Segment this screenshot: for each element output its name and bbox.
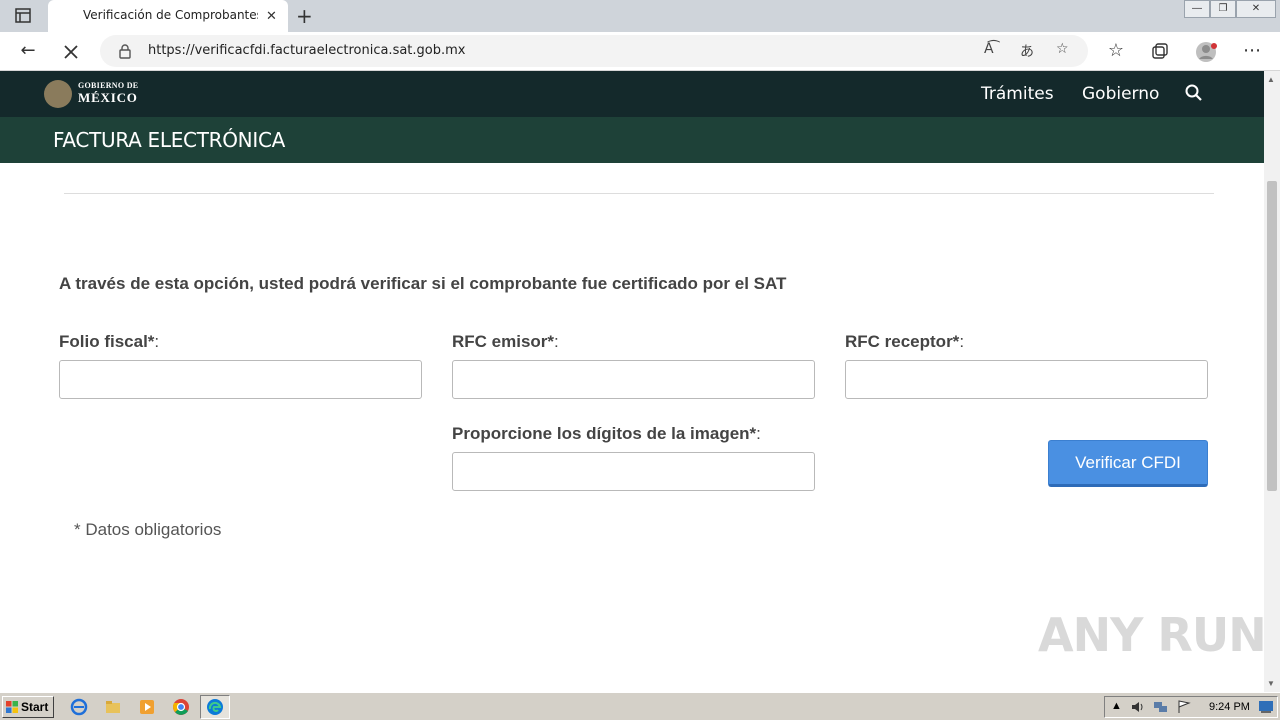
stop-loading-icon[interactable] [62,43,80,61]
browser-titlebar: Verificación de Comprobantes Fi ✕ + — ❐ … [0,0,1280,32]
tab-title: Verificación de Comprobantes Fi [83,8,258,22]
file-explorer-icon[interactable] [104,698,122,716]
browser-toolbar: ← https://verificacfdi.facturaelectronic… [0,32,1280,71]
internet-explorer-icon[interactable] [70,698,88,716]
windows-taskbar: Start ▲ 9:24 PM [0,692,1280,720]
label-colon: : [959,332,965,351]
network-icon[interactable] [1153,700,1169,714]
restore-button[interactable]: ❐ [1210,0,1236,18]
edge-icon [207,699,223,715]
section-title[interactable]: FACTURA ELECTRÓNICA [53,128,285,152]
folio-label-text: Folio fiscal* [59,332,155,351]
translate-icon[interactable]: あ [1020,41,1034,61]
more-options-icon[interactable]: ⋯ [1241,40,1263,61]
rfc-receptor-input[interactable] [845,360,1208,399]
gov-logo-line1[interactable]: GOBIERNO DE [78,81,138,90]
profile-avatar[interactable] [1195,40,1219,64]
scroll-up-icon[interactable]: ▲ [1267,75,1275,84]
media-player-icon[interactable] [138,698,156,716]
verificar-cfdi-button[interactable]: Verificar CFDI [1048,440,1208,487]
new-tab-button[interactable]: + [296,4,313,28]
rfc-emisor-label-text: RFC emisor* [452,332,555,351]
nav-gobierno[interactable]: Gobierno [1082,84,1159,104]
captcha-label: Proporcione los dígitos de la imagen*: [452,424,761,444]
required-fields-note: * Datos obligatorios [74,520,222,539]
gov-logo-line2[interactable]: MÉXICO [78,90,138,106]
chrome-icon[interactable] [172,698,190,716]
gob-mx-logo-icon[interactable] [44,80,72,108]
url-text: https://verificacfdi.facturaelectronica.… [148,43,466,58]
action-center-flag-icon[interactable] [1177,700,1191,714]
divider [64,193,1214,194]
search-icon[interactable] [1184,83,1204,103]
rfc-emisor-label: RFC emisor*: [452,332,559,352]
vertical-scrollbar[interactable]: ▲ ▼ [1264,71,1280,692]
start-button[interactable]: Start [2,696,54,718]
anyrun-watermark: ANY RUN [1038,608,1267,662]
tab-actions-icon[interactable] [12,7,34,25]
show-desktop-icon[interactable] [1259,701,1273,713]
folio-fiscal-input[interactable] [59,360,422,399]
label-colon: : [154,332,160,351]
nav-tramites[interactable]: Trámites [981,84,1054,104]
minimize-button[interactable]: — [1184,0,1210,18]
folio-fiscal-label: Folio fiscal*: [59,332,159,352]
lock-icon[interactable] [118,43,132,59]
scroll-down-icon[interactable]: ▼ [1267,679,1275,688]
gov-header: GOBIERNO DE MÉXICO Trámites Gobierno [0,71,1264,117]
back-icon[interactable]: ← [17,40,39,61]
add-favorite-icon[interactable]: ☆ [1056,41,1069,57]
favorites-icon[interactable]: ☆ [1105,40,1127,61]
rfc-emisor-input[interactable] [452,360,815,399]
system-tray: ▲ 9:24 PM [1104,696,1278,718]
intro-text: A través de esta opción, usted podrá ver… [59,274,787,293]
address-bar[interactable]: https://verificacfdi.facturaelectronica.… [100,35,1088,67]
rfc-receptor-label: RFC receptor*: [845,332,964,352]
read-aloud-icon[interactable]: A͡ [984,41,994,57]
captcha-input[interactable] [452,452,815,491]
label-colon: : [554,332,559,351]
label-colon: : [756,424,761,443]
tab-close-icon[interactable]: ✕ [266,8,277,24]
volume-icon[interactable] [1131,700,1145,714]
close-window-button[interactable]: ✕ [1236,0,1276,18]
scrollbar-thumb[interactable] [1267,181,1277,491]
browser-tab[interactable]: Verificación de Comprobantes Fi ✕ [48,0,288,32]
start-label: Start [21,700,49,714]
active-edge-taskbar-button[interactable] [200,695,230,719]
section-header: FACTURA ELECTRÓNICA [0,117,1264,163]
collections-icon[interactable] [1150,42,1170,62]
rfc-receptor-label-text: RFC receptor* [845,332,960,351]
windows-flag-icon [6,701,18,713]
tray-expand-icon[interactable]: ▲ [1111,700,1122,712]
taskbar-clock[interactable]: 9:24 PM [1209,701,1250,713]
captcha-label-text: Proporcione los dígitos de la imagen* [452,424,757,443]
